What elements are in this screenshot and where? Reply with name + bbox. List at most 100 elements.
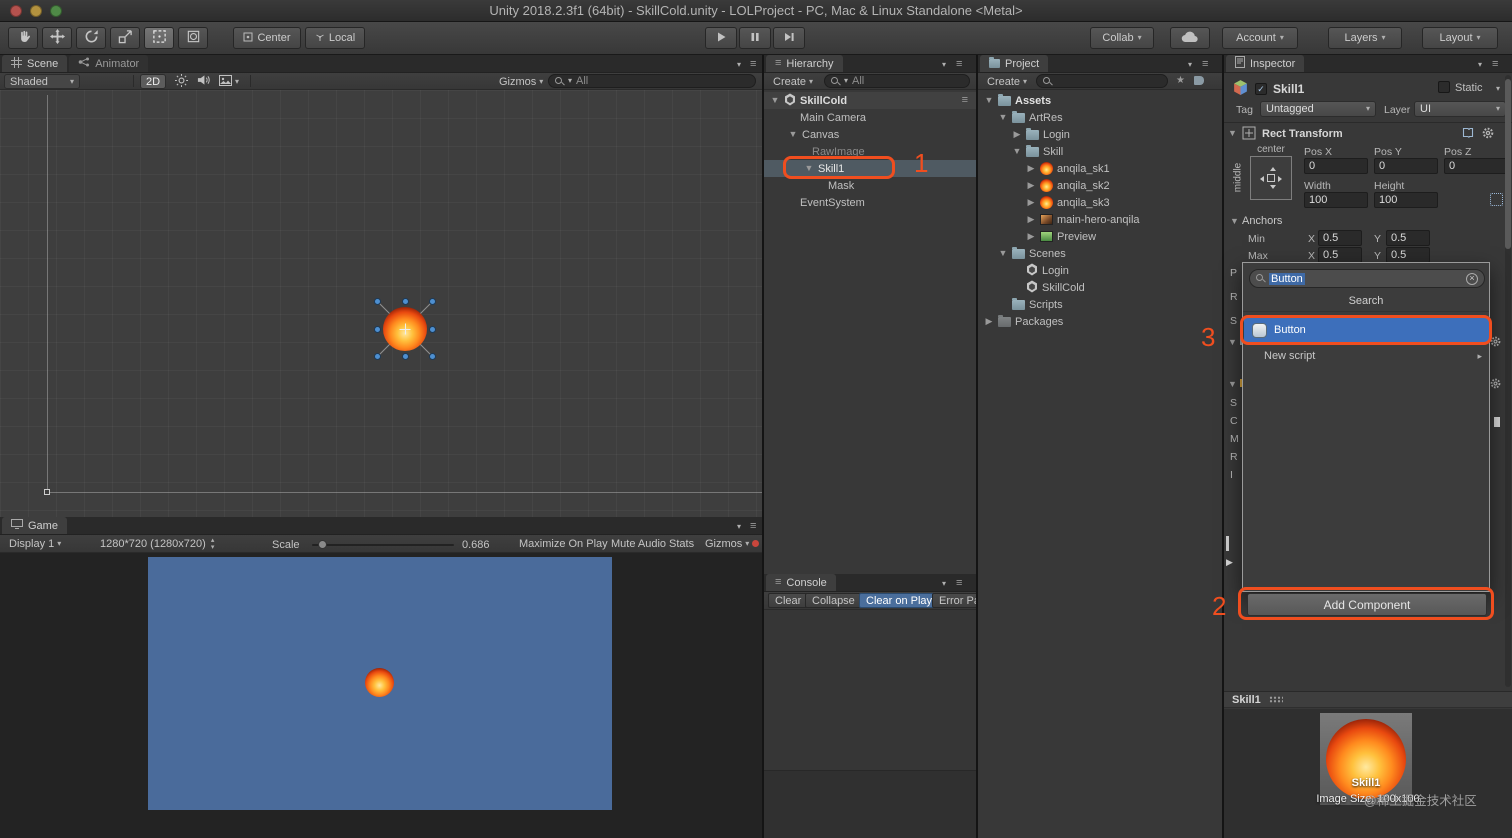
collab-button[interactable]: Collab ▾ [1090,27,1154,49]
mute-audio-button[interactable]: Mute Audio [606,536,671,551]
project-item-anqila-sk3[interactable]: ▶ anqila_sk3 [978,194,1222,211]
disclosure-icon[interactable]: ▶ [1026,181,1036,190]
console-clear-button[interactable]: Clear [768,593,809,608]
disclosure-icon[interactable]: ▶ [1026,232,1036,241]
selected-sprite-skill1[interactable] [374,298,436,360]
layers-button[interactable]: Layers ▾ [1328,27,1402,49]
console-error-pause-button[interactable]: Error Pau [932,593,976,608]
rect-handle[interactable] [374,353,381,360]
project-item-skill-folder[interactable]: ▼ Skill [978,143,1222,160]
anchors-foldout-icon[interactable]: ▼ [1230,217,1239,226]
project-item-scenes-folder[interactable]: ▼ Scenes [978,245,1222,262]
console-clear-on-play-button[interactable]: Clear on Play [859,593,940,608]
rect-handle[interactable] [402,298,409,305]
panel-menu-icon[interactable]: ≡ [956,578,962,589]
scale-slider-track[interactable] [312,544,454,546]
close-window-button[interactable] [10,5,22,17]
hierarchy-item-canvas[interactable]: ▼ Canvas [764,126,976,143]
panel-dropdown-icon[interactable]: ▾ [737,523,741,531]
create-dropdown[interactable]: Create ▾ [982,74,1032,89]
disclosure-icon[interactable]: ▶ [1026,215,1036,224]
stats-button[interactable]: Stats [664,536,699,551]
play-button[interactable] [705,27,737,49]
account-button[interactable]: Account ▾ [1222,27,1298,49]
scene-effects-dropdown[interactable]: ▾ [214,74,244,89]
disclosure-icon[interactable]: ▼ [788,130,798,139]
component-foldout-icon[interactable]: ▼ [1228,380,1237,389]
panel-dropdown-icon[interactable]: ▾ [1188,61,1192,69]
project-item-artres[interactable]: ▼ ArtRes [978,109,1222,126]
project-item-main-hero-anqila[interactable]: ▶ main-hero-anqila [978,211,1222,228]
rotate-tool-button[interactable] [76,27,106,49]
scene-audio-toggle[interactable] [192,74,215,89]
project-item-login-scene[interactable]: Login [978,262,1222,279]
panel-menu-icon[interactable]: ≡ [956,59,962,70]
panel-menu-icon[interactable]: ≡ [1202,59,1208,70]
new-script-item[interactable]: New script ▸ [1244,345,1490,367]
tab-scene[interactable]: Scene [2,55,68,72]
hierarchy-item-mask[interactable]: Mask [764,177,976,194]
draw-mode-dropdown[interactable]: Shaded ▾ [4,74,80,89]
scale-tool-button[interactable] [110,27,140,49]
hierarchy-search-input[interactable]: ▾ All [824,74,970,88]
component-foldout-icon[interactable]: ▼ [1228,129,1237,138]
minimize-window-button[interactable] [30,5,42,17]
tab-game[interactable]: Game [2,517,67,534]
driven-properties-icon[interactable] [1490,193,1503,206]
disclosure-icon[interactable]: ▼ [1012,147,1022,156]
anchor-preset-widget[interactable] [1250,156,1292,200]
tag-dropdown[interactable]: Untagged ▾ [1260,101,1376,117]
pos-z-field[interactable]: 0 [1444,158,1508,174]
scene-viewport[interactable] [0,90,762,517]
tab-animator[interactable]: Animator [69,55,149,72]
rect-tool-button[interactable] [144,27,174,49]
disclosure-icon[interactable]: ▶ [1026,198,1036,207]
hierarchy-item-main-camera[interactable]: Main Camera [764,109,976,126]
clear-search-icon[interactable]: × [1466,272,1478,285]
static-dropdown-icon[interactable]: ▾ [1496,85,1500,93]
component-foldout-icon[interactable]: ▼ [1228,338,1237,347]
pos-y-field[interactable]: 0 [1374,158,1438,174]
game-viewport[interactable] [0,553,762,838]
rect-handle[interactable] [374,326,381,333]
anchor-max-y-field[interactable]: 0.5 [1386,247,1430,263]
favorites-star-icon[interactable]: ★ [1176,75,1185,86]
panel-dropdown-icon[interactable]: ▾ [942,61,946,69]
disclosure-icon[interactable]: ▼ [998,249,1008,258]
console-collapse-button[interactable]: Collapse [805,593,862,608]
project-item-preview[interactable]: ▶ Preview [978,228,1222,245]
project-item-packages[interactable]: ▶ Packages [978,313,1222,330]
pivot-center-button[interactable]: Center [233,27,301,49]
rect-handle[interactable] [374,298,381,305]
move-tool-button[interactable] [42,27,72,49]
resolution-dropdown[interactable]: 1280*720 (1280x720) ▴ ▾ [95,536,219,551]
width-field[interactable]: 100 [1304,192,1368,208]
project-item-login-folder[interactable]: ▶ Login [978,126,1222,143]
project-item-skillcold-scene[interactable]: SkillCold [978,279,1222,296]
disclosure-icon[interactable]: ▶ [1012,130,1022,139]
canvas-corner-handle[interactable] [44,489,50,495]
hierarchy-scene-row[interactable]: ▼ SkillCold ≡ [764,92,976,109]
disclosure-icon[interactable]: ▼ [984,96,994,105]
preview-drag-handle-icon[interactable] [1268,696,1283,703]
disclosure-icon[interactable]: ▶ [984,317,994,326]
disclosure-icon[interactable]: ▶ [1026,164,1036,173]
clipped-foldout-icon[interactable]: ▶ [1226,558,1233,567]
pos-x-field[interactable]: 0 [1304,158,1368,174]
layout-button[interactable]: Layout ▾ [1422,27,1498,49]
gear-icon[interactable] [1490,378,1501,392]
tab-inspector[interactable]: Inspector [1226,55,1305,72]
pause-button[interactable] [739,27,771,49]
layer-dropdown[interactable]: UI ▾ [1414,101,1506,117]
create-dropdown[interactable]: Create ▾ [768,74,818,89]
anchor-min-x-field[interactable]: 0.5 [1318,230,1362,246]
hand-tool-button[interactable] [8,27,38,49]
cloud-button[interactable] [1170,27,1210,49]
rect-handle[interactable] [402,353,409,360]
panel-menu-icon[interactable]: ≡ [750,59,756,70]
transform-tool-button[interactable] [178,27,208,49]
project-search-input[interactable] [1036,74,1168,88]
project-item-anqila-sk1[interactable]: ▶ anqila_sk1 [978,160,1222,177]
panel-dropdown-icon[interactable]: ▾ [1478,61,1482,69]
rect-handle[interactable] [429,326,436,333]
